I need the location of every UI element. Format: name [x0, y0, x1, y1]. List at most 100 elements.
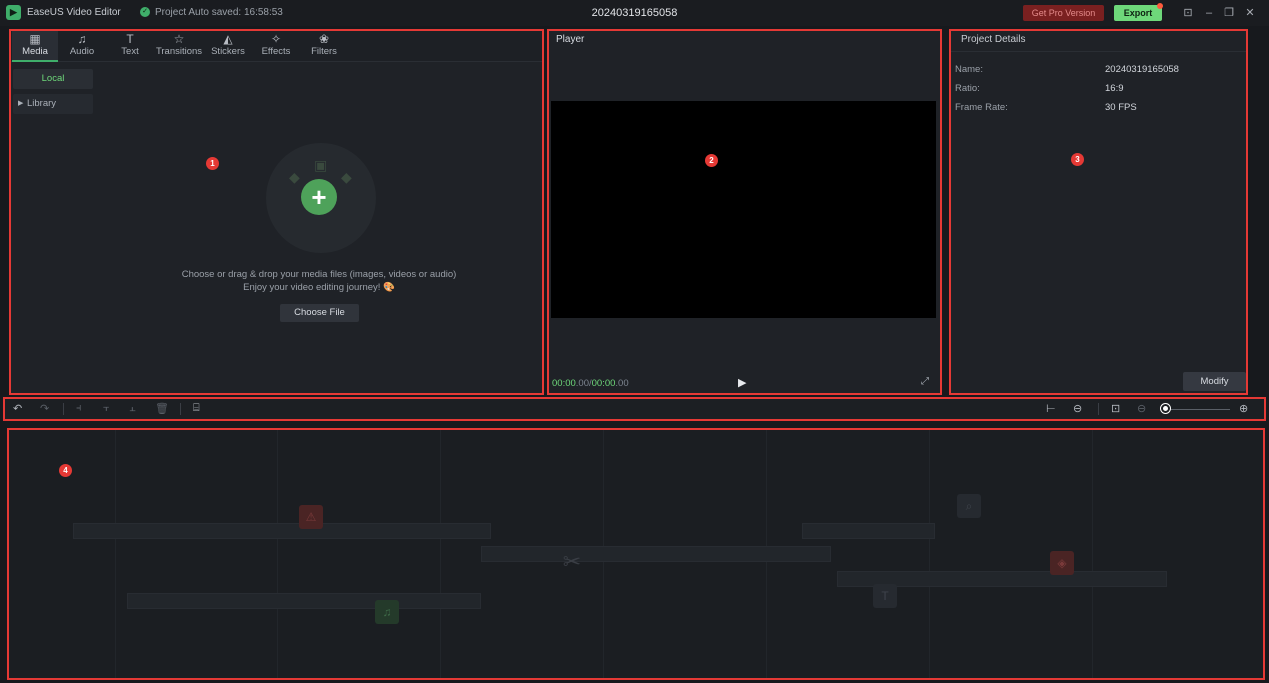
minimize-icon[interactable]: – — [1201, 5, 1217, 21]
player-title: Player — [556, 34, 585, 45]
music-placeholder-icon: ♫ — [375, 600, 399, 624]
music-icon: ◆ — [341, 169, 352, 185]
title-bar: ▶ EaseUS Video Editor ✓ Project Auto sav… — [0, 0, 1269, 26]
current-time: 00:00 — [552, 378, 576, 389]
timeline-toolbar: ↶ ↷ ⫞ ⫟ ⫠ 🗑 ⌸ ⊢ ⊖ ⊡ ⊖ ⊕ — [3, 398, 1265, 420]
split-icon[interactable]: ⫞ — [76, 402, 82, 415]
placeholder-track — [481, 546, 831, 562]
media-panel: ▦ Media ♫ Audio T Text ☆ Transitions ◭ S… — [9, 29, 544, 395]
audio-icon: ♫ — [77, 32, 87, 46]
tab-label: Stickers — [211, 46, 245, 57]
scissors-icon: ✂ — [562, 549, 582, 574]
delete-icon[interactable]: 🗑 — [155, 402, 169, 415]
transition-placeholder-icon: ⚠ — [299, 505, 323, 529]
fit-icon[interactable]: ⊡ — [1111, 402, 1120, 415]
text-to-speech-icon[interactable]: ⌸ — [193, 402, 200, 415]
details-title: Project Details — [961, 34, 1026, 45]
timecode: 00:00.00/00:00.00 — [552, 378, 629, 389]
get-pro-button[interactable]: Get Pro Version — [1023, 5, 1104, 21]
tab-label: Media — [22, 46, 48, 57]
close-icon[interactable]: ✕ — [1242, 5, 1258, 21]
video-preview[interactable] — [551, 101, 936, 318]
detail-label: Name: — [955, 64, 983, 75]
divider — [1098, 403, 1099, 415]
trim-start-icon[interactable]: ⫟ — [103, 402, 110, 415]
detail-value: 30 FPS — [1105, 102, 1137, 113]
link-icon[interactable]: ⊖ — [1073, 402, 1082, 415]
tab-audio[interactable]: ♫ Audio — [62, 29, 102, 62]
detail-value: 20240319165058 — [1105, 64, 1179, 75]
notification-dot — [1157, 3, 1163, 9]
grid-line — [115, 428, 116, 679]
trim-end-icon[interactable]: ⫠ — [129, 402, 136, 415]
grid-line — [440, 428, 441, 679]
tab-media[interactable]: ▦ Media — [12, 29, 58, 62]
modify-button[interactable]: Modify — [1183, 372, 1246, 391]
zoom-slider[interactable] — [1168, 409, 1230, 410]
media-icon: ▦ — [29, 32, 41, 46]
grid-line — [1092, 428, 1093, 679]
divider — [180, 403, 181, 415]
stickers-icon: ◭ — [223, 32, 233, 46]
feedback-icon[interactable]: ⊡ — [1180, 5, 1196, 21]
play-icon[interactable]: ▶ — [738, 376, 746, 389]
sidebar-item-label: Library — [27, 98, 57, 109]
tab-transitions[interactable]: ☆ Transitions — [155, 29, 203, 62]
total-time: 00:00 — [591, 378, 616, 389]
zoom-in-icon[interactable]: ⊕ — [1239, 402, 1248, 415]
current-time-frac: .00/ — [575, 378, 592, 389]
grid-line — [929, 428, 930, 679]
redo-icon[interactable]: ↷ — [40, 402, 49, 415]
player-panel: Player 00:00.00/00:00.00 ▶ ⤢ — [549, 29, 942, 395]
zoom-slider-handle[interactable] — [1161, 404, 1170, 413]
detail-value: 16:9 — [1105, 83, 1124, 94]
tab-label: Text — [121, 46, 139, 57]
marker-2: 2 — [705, 154, 718, 167]
marker-4: 4 — [59, 464, 72, 477]
drop-instruction: Choose or drag & drop your media files (… — [181, 269, 457, 280]
text-placeholder-icon: T — [873, 584, 897, 608]
effects-icon: ✧ — [270, 32, 282, 46]
marker-1: 1 — [206, 157, 219, 170]
marker-3: 3 — [1071, 153, 1084, 166]
sticker-placeholder-icon: ◈ — [1050, 551, 1074, 575]
image-icon: ◆ — [289, 169, 300, 185]
zoom-out-icon[interactable]: ⊖ — [1137, 402, 1146, 415]
export-button[interactable]: Export — [1114, 5, 1162, 21]
tab-stickers[interactable]: ◭ Stickers — [208, 29, 248, 62]
restore-icon[interactable]: ❐ — [1221, 5, 1237, 21]
transitions-icon: ☆ — [173, 32, 185, 46]
search-placeholder-icon: ⌕ — [957, 494, 981, 518]
drop-subtext: Enjoy your video editing journey! 🎨 — [243, 282, 395, 293]
timeline-area[interactable]: ⚠ ♫ ✂ ⌕ ◈ T — [7, 428, 1264, 679]
detail-label: Frame Rate: — [955, 102, 1008, 113]
tab-label: Transitions — [155, 46, 203, 57]
snap-icon[interactable]: ⊢ — [1046, 402, 1056, 415]
media-tab-bar: ▦ Media ♫ Audio T Text ☆ Transitions ◭ S… — [9, 29, 544, 62]
tab-text[interactable]: T Text — [110, 29, 150, 62]
divider — [63, 403, 64, 415]
grid-line — [277, 428, 278, 679]
chevron-right-icon: ▶ — [18, 100, 24, 107]
placeholder-track — [802, 523, 935, 539]
video-icon: ▣ — [314, 157, 328, 173]
choose-file-button[interactable]: Choose File — [280, 304, 359, 322]
sidebar-item-library[interactable]: ▶ Library — [13, 94, 93, 114]
text-icon: T — [126, 32, 134, 46]
tab-label: Filters — [311, 46, 337, 57]
total-time-frac: .00 — [615, 378, 629, 389]
tab-filters[interactable]: ❀ Filters — [304, 29, 344, 62]
add-media-icon[interactable]: + — [301, 179, 337, 215]
filters-icon: ❀ — [318, 32, 330, 46]
undo-icon[interactable]: ↶ — [13, 402, 22, 415]
placeholder-track — [73, 523, 491, 539]
detail-label: Ratio: — [955, 83, 980, 94]
tab-label: Audio — [69, 46, 95, 57]
fullscreen-icon[interactable]: ⤢ — [921, 376, 929, 387]
placeholder-track — [127, 593, 481, 609]
tab-label: Effects — [261, 46, 291, 57]
sidebar-item-local[interactable]: Local — [13, 69, 93, 89]
tab-effects[interactable]: ✧ Effects — [256, 29, 296, 62]
project-details-panel: Project Details Name: 20240319165058 Rat… — [949, 29, 1247, 395]
divider — [949, 51, 1247, 52]
